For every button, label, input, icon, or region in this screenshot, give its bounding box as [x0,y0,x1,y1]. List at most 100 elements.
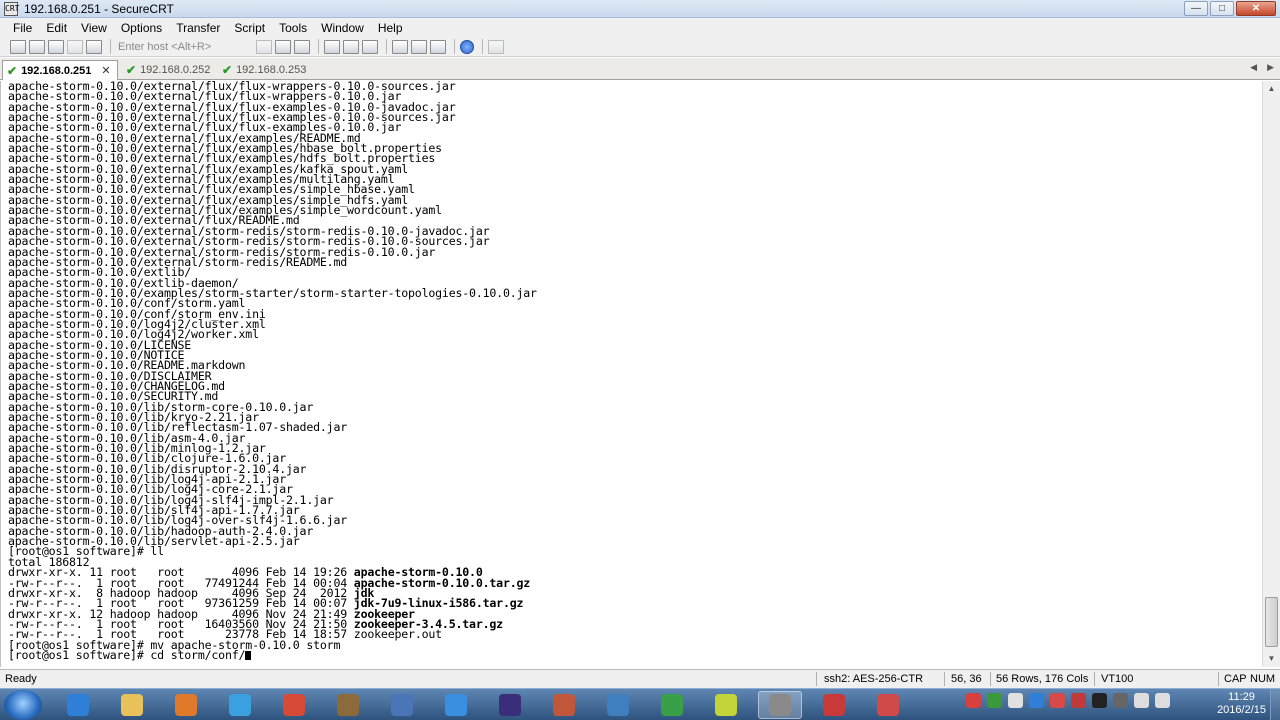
current-prompt-line[interactable]: [root@os1 software]# cd storm/conf/ [8,647,1262,662]
tray-keyboard-icon[interactable] [1113,693,1128,708]
status-caps: CAP [1224,673,1247,685]
folder-icon [121,694,143,716]
connect-in-tab-icon[interactable] [48,39,64,54]
game-icon [553,694,575,716]
status-divider [816,672,817,686]
remote-desktop-taskbar-button[interactable] [380,691,424,719]
scroll-down-icon[interactable]: ▼ [1263,651,1280,667]
status-emulation: VT100 [1101,673,1134,685]
menu-script[interactable]: Script [227,21,272,35]
tab-session-253[interactable]: ✔ 192.168.0.253 [218,60,314,80]
folder-taskbar-button[interactable] [110,691,154,719]
securecrt-taskbar-button[interactable] [758,691,802,719]
ie-taskbar-button[interactable] [56,691,100,719]
toolbar: Enter host <Alt+R> [0,37,1280,57]
status-num: NUM [1250,673,1276,685]
toolbar-separator [482,39,483,54]
tray-network-icon[interactable] [1134,693,1149,708]
print-setup-icon[interactable] [362,39,378,54]
terminal-line: apache-storm-0.10.0/external/storm-redis… [8,254,348,269]
print-selection-icon[interactable] [343,39,359,54]
terminal-scrollbar[interactable]: ▲ ▼ [1262,81,1280,667]
status-dimensions: 56 Rows, 176 Cols [996,673,1089,685]
tab-session-251[interactable]: ✔ 192.168.0.251 ✕ [2,60,118,80]
window-title: 192.168.0.251 - SecureCRT [24,1,174,16]
current-prompt: [root@os1 software]# cd storm/conf/ [8,647,246,662]
scrollbar-thumb[interactable] [1265,597,1278,647]
quick-connect-input[interactable]: Enter host <Alt+R> [116,39,248,55]
tab-session-252[interactable]: ✔ 192.168.0.252 [122,60,218,80]
tray-input-icon[interactable] [1008,693,1023,708]
taskbar-clock[interactable]: 11:29 2016/2/15 [1217,691,1266,717]
chrome-taskbar-button[interactable] [272,691,316,719]
show-desktop-button[interactable] [1270,689,1280,720]
keymap-icon[interactable] [488,39,504,54]
scroll-up-icon[interactable]: ▲ [1263,81,1280,97]
menu-edit[interactable]: Edit [39,21,74,35]
menu-help[interactable]: Help [371,21,410,35]
tray-qq-icon[interactable] [1092,693,1107,708]
toolbar-separator [454,39,455,54]
tray-cloud-icon[interactable] [1029,693,1044,708]
pen-taskbar-button[interactable] [434,691,478,719]
toolbar-separator [318,39,319,54]
terminal-line: [root@os1 software]# ll [8,544,164,559]
windows-taskbar: 11:29 2016/2/15 [0,688,1280,720]
menu-file[interactable]: File [6,21,39,35]
menu-view[interactable]: View [74,21,114,35]
tray-app-icon[interactable] [1050,693,1065,708]
terminal-output[interactable]: apache-storm-0.10.0/external/flux/flux-w… [0,81,1262,667]
tray-update-icon[interactable] [987,693,1002,708]
network-taskbar-button[interactable] [218,691,262,719]
tool-taskbar-button[interactable] [866,691,910,719]
xmind-taskbar-button[interactable] [812,691,856,719]
reconnect-icon[interactable] [67,39,83,54]
ls-row-filename: zookeeper.out [353,627,442,642]
tab-label: 192.168.0.252 [140,64,211,76]
menu-transfer[interactable]: Transfer [169,21,227,35]
game-taskbar-button[interactable] [542,691,586,719]
help-icon[interactable] [460,39,474,54]
start-button[interactable] [4,690,42,720]
tray-security-icon[interactable] [966,693,981,708]
system-tray [966,693,1170,708]
ie-icon [67,694,89,716]
connect-icon[interactable] [10,39,26,54]
find-icon[interactable] [294,39,310,54]
tab-close-icon[interactable]: ✕ [101,64,110,77]
sftp-icon[interactable] [392,39,408,54]
key-icon[interactable] [430,39,446,54]
connected-check-icon: ✔ [222,63,233,77]
menu-options[interactable]: Options [114,21,169,35]
media-player-taskbar-button[interactable] [164,691,208,719]
mindmap-taskbar-button[interactable] [704,691,748,719]
tab-scroll-right-icon[interactable]: ▶ [1267,62,1274,73]
settings-icon[interactable] [411,39,427,54]
minimize-button[interactable]: — [1184,1,1208,16]
print-icon[interactable] [324,39,340,54]
virtualbox-taskbar-button[interactable] [596,691,640,719]
eclipse-taskbar-button[interactable] [488,691,532,719]
tab-label: 192.168.0.253 [236,64,307,76]
network-icon [229,694,251,716]
tab-scroll-left-icon[interactable]: ◀ [1250,62,1257,73]
status-encryption: ssh2: AES-256-CTR [824,673,924,685]
menu-window[interactable]: Window [314,21,371,35]
disconnect-icon[interactable] [86,39,102,54]
maximize-button[interactable]: □ [1210,1,1234,16]
tab-scroll-arrows: ◀ ▶ [1250,62,1274,73]
archive-taskbar-button[interactable] [326,691,370,719]
tray-volume-icon[interactable] [1155,693,1170,708]
tray-app-icon[interactable] [1071,693,1086,708]
media-player-icon [175,694,197,716]
vpn-taskbar-button[interactable] [650,691,694,719]
mindmap-icon [715,694,737,716]
archive-icon [337,694,359,716]
window-controls: — □ ✕ [1184,1,1276,16]
menu-tools[interactable]: Tools [272,21,314,35]
connected-check-icon: ✔ [126,63,137,77]
paste-icon[interactable] [275,39,291,54]
copy-icon[interactable] [256,39,272,54]
close-button[interactable]: ✕ [1236,1,1276,16]
quick-connect-icon[interactable] [29,39,45,54]
